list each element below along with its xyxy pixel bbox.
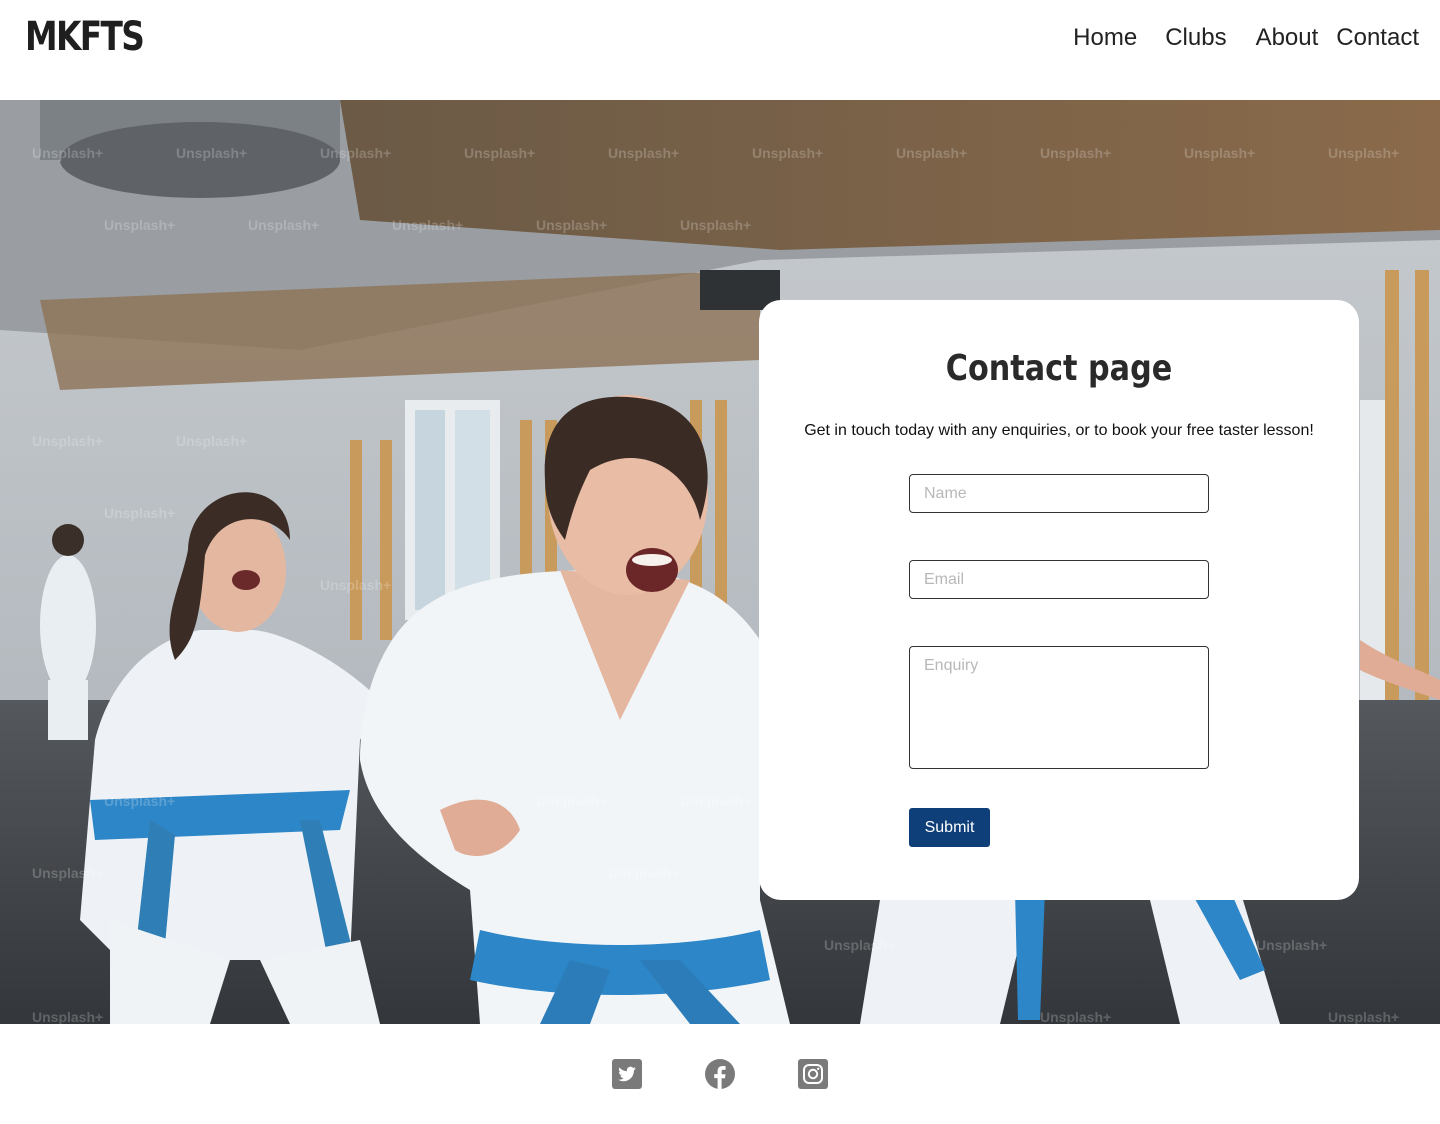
facebook-icon[interactable] [705, 1059, 735, 1089]
site-footer [0, 1024, 1440, 1124]
watermark-text: Unsplash+ [32, 1009, 103, 1024]
watermark-text: Unsplash+ [248, 217, 319, 233]
watermark-text: Unsplash+ [1328, 145, 1399, 161]
enquiry-textarea[interactable] [909, 646, 1209, 769]
watermark-text: Unsplash+ [320, 145, 391, 161]
instagram-icon[interactable] [798, 1059, 828, 1089]
watermark-text: Unsplash+ [752, 145, 823, 161]
watermark-text: Unsplash+ [680, 793, 751, 809]
watermark-text: Unsplash+ [536, 217, 607, 233]
watermark-text: Unsplash+ [104, 793, 175, 809]
watermark-text: Unsplash+ [32, 865, 103, 881]
watermark-text: Unsplash+ [104, 217, 175, 233]
nav-contact-link[interactable]: Contact [1336, 24, 1419, 52]
contact-card: Contact page Get in touch today with any… [759, 300, 1359, 900]
name-input[interactable] [909, 474, 1209, 513]
site-header: MKFTS Home Clubs About Contact [0, 0, 1440, 100]
watermark-text: Unsplash+ [536, 793, 607, 809]
watermark-text: Unsplash+ [176, 433, 247, 449]
contact-intro: Get in touch today with any enquiries, o… [804, 422, 1314, 439]
watermark-text: Unsplash+ [680, 217, 751, 233]
watermark-text: Unsplash+ [824, 937, 895, 953]
watermark-text: Unsplash+ [104, 505, 175, 521]
main-nav: Home Clubs About Contact [1073, 24, 1419, 52]
watermark-text: Unsplash+ [464, 145, 535, 161]
watermark-text: Unsplash+ [608, 145, 679, 161]
watermark-text: Unsplash+ [32, 433, 103, 449]
watermark-text: Unsplash+ [1328, 1009, 1399, 1024]
email-input[interactable] [909, 560, 1209, 599]
nav-about-link[interactable]: About [1256, 24, 1319, 52]
nav-clubs-link[interactable]: Clubs [1165, 24, 1226, 52]
contact-title: Contact page [945, 348, 1173, 389]
twitter-icon[interactable] [612, 1059, 642, 1089]
watermark-text: Unsplash+ [896, 145, 967, 161]
watermark-text: Unsplash+ [320, 577, 391, 593]
watermark-text: Unsplash+ [392, 217, 463, 233]
watermark-text: Unsplash+ [608, 865, 679, 881]
watermark-text: Unsplash+ [1256, 937, 1327, 953]
watermark-text: Unsplash+ [1040, 1009, 1111, 1024]
watermark-text: Unsplash+ [32, 145, 103, 161]
submit-button[interactable]: Submit [909, 808, 990, 847]
site-logo[interactable]: MKFTS [25, 14, 145, 60]
watermark-text: Unsplash+ [176, 145, 247, 161]
watermark-text: Unsplash+ [1184, 145, 1255, 161]
nav-home-link[interactable]: Home [1073, 24, 1137, 52]
watermark-text: Unsplash+ [1040, 145, 1111, 161]
